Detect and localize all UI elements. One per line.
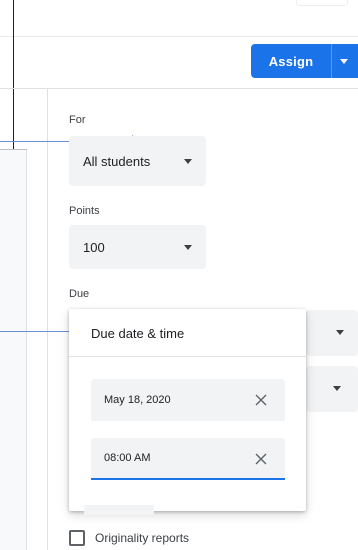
due-date-value: May 18, 2020 <box>104 394 171 406</box>
arrow-drop-down-icon <box>184 159 192 164</box>
due-time-value: 08:00 AM <box>104 452 151 464</box>
due-time-field[interactable]: 08:00 AM <box>91 438 285 480</box>
due-dropdown-edge[interactable] <box>306 310 358 356</box>
for-label: For <box>69 114 86 126</box>
obscured-field <box>84 505 154 515</box>
due-date-popup: Due date & time May 18, 2020 08:00 AM <box>69 309 306 511</box>
assign-button-label: Assign <box>268 53 314 69</box>
arrow-drop-down-icon <box>336 330 344 335</box>
due-popup-title[interactable]: Due date & time <box>91 326 184 341</box>
close-icon[interactable] <box>254 452 268 466</box>
for-dropdown[interactable]: All students <box>69 136 206 186</box>
left-panel <box>0 150 27 550</box>
header-divider <box>0 36 358 37</box>
due-date-field[interactable]: May 18, 2020 <box>91 379 285 421</box>
arrow-drop-down-icon <box>184 245 192 250</box>
points-label: Points <box>69 205 100 217</box>
arrow-drop-down-icon <box>333 386 341 391</box>
popup-divider <box>69 356 306 357</box>
originality-checkbox[interactable] <box>69 530 85 546</box>
toolbar-divider <box>0 88 358 89</box>
points-dropdown[interactable]: 100 <box>69 225 206 269</box>
points-value: 100 <box>83 239 105 255</box>
top-toolbar-control[interactable] <box>296 0 348 6</box>
assign-options-button[interactable] <box>332 44 358 78</box>
topic-dropdown-edge[interactable] <box>306 366 358 412</box>
for-value: All students <box>83 153 151 169</box>
assign-button[interactable]: Assign <box>251 44 331 78</box>
panel-divider <box>47 89 48 550</box>
originality-label: Originality reports <box>95 531 190 545</box>
close-icon[interactable] <box>254 393 268 407</box>
arrow-drop-down-icon <box>340 58 348 64</box>
due-label: Due <box>69 288 90 300</box>
